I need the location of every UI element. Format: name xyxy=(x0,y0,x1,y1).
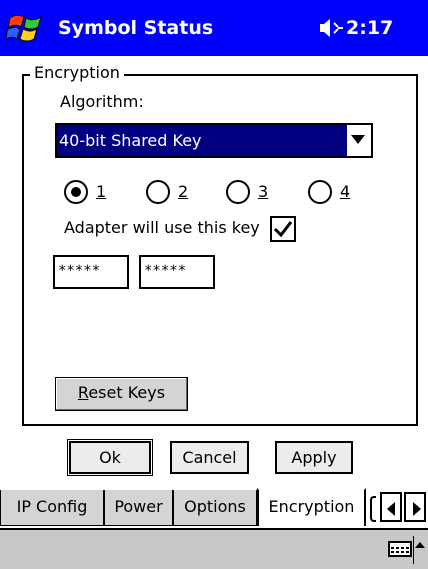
title-bar: Symbol Status 2:17 xyxy=(0,0,428,56)
clock[interactable]: 2:17 xyxy=(346,13,393,43)
menu-bar xyxy=(0,528,428,569)
algorithm-label: Algorithm: xyxy=(60,92,144,111)
radio-selected-dot xyxy=(71,187,81,197)
tab-scroll-right-button[interactable] xyxy=(404,492,426,522)
tab-ip-config[interactable]: IP Config xyxy=(0,490,104,526)
speaker-icon[interactable] xyxy=(318,17,344,39)
key-2-radio[interactable] xyxy=(146,180,170,204)
menu-divider xyxy=(413,536,414,564)
key-2-label[interactable]: 2 xyxy=(178,181,188,203)
key-4-label[interactable]: 4 xyxy=(340,181,350,203)
tab-scroll-left-button[interactable] xyxy=(380,492,402,522)
caret-up-icon[interactable] xyxy=(415,542,425,548)
key-1-label[interactable]: 1 xyxy=(96,181,106,203)
dropdown-arrow-icon[interactable] xyxy=(351,135,365,144)
apply-button[interactable]: Apply xyxy=(275,441,353,474)
keyboard-icon[interactable] xyxy=(388,541,412,557)
windows-start-icon[interactable] xyxy=(5,9,46,47)
algorithm-selected-value[interactable]: 40-bit Shared Key xyxy=(57,125,347,156)
key-field-2[interactable]: ***** xyxy=(139,255,215,289)
key-field-1[interactable]: ***** xyxy=(53,255,129,289)
reset-keys-accelerator: R xyxy=(77,383,89,402)
tab-scroll-control xyxy=(366,490,428,526)
tab-power[interactable]: Power xyxy=(104,490,173,526)
reset-keys-label: eset Keys xyxy=(88,383,166,402)
key-1-radio[interactable] xyxy=(64,180,88,204)
algorithm-dropdown[interactable]: 40-bit Shared Key xyxy=(55,123,373,158)
reset-keys-button[interactable]: Reset Keys xyxy=(55,377,188,411)
key-4-radio[interactable] xyxy=(308,180,332,204)
key-3-radio[interactable] xyxy=(226,180,250,204)
checkmark-icon xyxy=(273,221,293,238)
hidden-tab-edge xyxy=(370,496,376,522)
tab-encryption[interactable]: Encryption xyxy=(257,488,366,526)
arrow-left-icon xyxy=(387,502,395,516)
encryption-group-label: Encryption xyxy=(30,62,124,84)
adapter-use-key-checkbox[interactable] xyxy=(270,216,296,242)
ok-button[interactable]: Ok xyxy=(67,439,153,476)
window-title: Symbol Status xyxy=(58,17,214,39)
tab-options[interactable]: Options xyxy=(173,490,257,526)
key-3-label[interactable]: 3 xyxy=(258,181,268,203)
adapter-use-key-label: Adapter will use this key xyxy=(64,218,260,237)
cancel-button[interactable]: Cancel xyxy=(170,441,249,474)
arrow-right-icon xyxy=(413,502,421,516)
